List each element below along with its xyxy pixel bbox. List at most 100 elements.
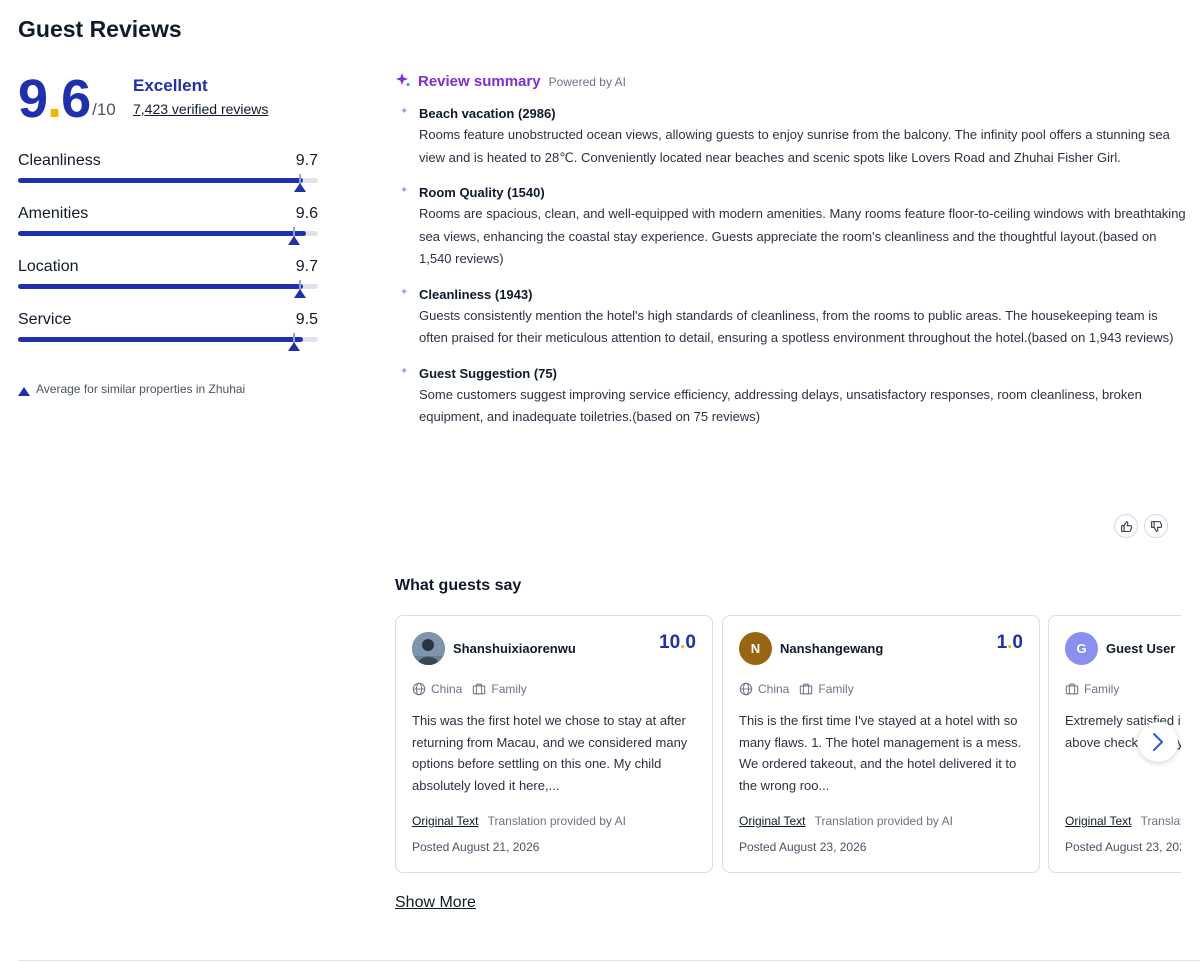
review-score: 1.0 [996,632,1023,653]
suitcase-icon [1065,683,1079,695]
subrating-bar-fill [18,178,303,183]
show-more-link[interactable]: Show More [395,894,476,912]
subrating-bar [18,284,318,289]
review-meta: Family [1065,682,1129,696]
sparkle-bullet-icon: ✦ [400,185,409,196]
subrating-bar [18,231,318,236]
carousel-next-button[interactable] [1138,722,1178,762]
summary-topic-text: Rooms are spacious, clean, and well-equi… [419,206,1186,266]
subrating-name: Cleanliness [18,152,101,169]
review-summary-header: Review summary Powered by AI [395,70,626,90]
suitcase-icon [800,683,813,695]
summary-topic-title: Guest Suggestion (75) [419,365,557,381]
original-text-link[interactable]: Original Text [1065,814,1131,828]
page-title: Guest Reviews [18,16,182,42]
subrating-bar [18,178,318,183]
summary-topic-title: Cleanliness (1943) [419,286,533,302]
subrating-bar-fill [18,284,303,289]
avatar: N [739,632,772,665]
trip-type: Family [1065,682,1119,696]
subrating-amenities: Amenities 9.6 [18,205,318,258]
subrating-name: Service [18,311,72,328]
overall-score: 9.6 /10 [18,70,116,126]
subrating-value: 9.5 [295,311,318,328]
subrating-name: Amenities [18,205,89,222]
subrating-cleanliness: Cleanliness 9.7 [18,152,318,205]
reviewer-name: Shanshuixiaorenwu [453,641,576,656]
summary-topic-text: Rooms feature unobstructed ocean views, … [419,127,1170,165]
original-text-link[interactable]: Original Text [412,814,478,828]
average-note: Average for similar properties in Zhuhai [18,382,245,396]
translation-note: Translation provided by AI [487,814,626,828]
subrating-value: 9.7 [295,258,318,275]
overall-rating-label: Excellent [133,76,208,95]
average-marker-icon [294,289,306,298]
subrating-value: 9.6 [295,205,318,222]
review-meta: China Family [412,682,537,696]
summary-topic-text: Guests consistently mention the hotel's … [419,307,1174,346]
thumbs-up-icon [1120,520,1132,532]
ai-sparkle-icon [396,73,411,87]
reviewer-country: China [739,682,789,696]
verified-reviews-link[interactable]: 7,423 verified reviews [133,101,268,117]
posted-date: Posted August 23, 2026 [739,840,867,854]
summary-topic: ✦ Guest Suggestion (75) Some customers s… [400,364,1190,429]
sparkle-bullet-icon: ✦ [400,286,409,298]
average-note-text: Average for similar properties in Zhuhai [36,382,246,396]
posted-date: Posted August 23, 2026 [1065,840,1181,854]
posted-date: Posted August 21, 2026 [412,840,540,854]
subrating-location: Location 9.7 [18,258,318,311]
chevron-right-icon [1153,733,1163,751]
review-card[interactable]: Shanshuixiaorenwu 10.0 China Family This… [395,615,713,873]
overall-score-max: /10 [92,100,116,119]
avatar-photo-icon [412,632,445,665]
globe-icon [739,682,753,696]
review-text: This is the first time I've stayed at a … [739,713,1022,793]
trip-type: Family [799,682,854,696]
original-text-link[interactable]: Original Text [739,814,805,828]
translation-info: Original Text Translation provided by AI [739,814,953,828]
subrating-service: Service 9.5 [18,311,318,364]
summary-topic: ✦ Cleanliness (1943) Guests consistently… [400,285,1190,350]
translation-note: Translation provided by AI [1140,814,1181,828]
review-card[interactable]: N Nanshangewang 1.0 China Family This is… [722,615,1040,873]
review-carousel: Shanshuixiaorenwu 10.0 China Family This… [395,615,1181,873]
subrating-bar-fill [18,337,303,342]
summary-topic-title: Room Quality (1540) [419,185,545,200]
powered-by-ai-label: Powered by AI [548,75,626,89]
section-divider [18,960,1200,961]
average-marker-icon [288,342,300,351]
translation-note: Translation provided by AI [814,814,953,828]
average-marker-icon [18,386,30,396]
subrating-name: Location [18,258,79,275]
reviewer-name: Nanshangewang [780,641,884,656]
summary-topic: ✦ Room Quality (1540) Rooms are spacious… [400,183,1190,271]
review-meta: China Family [739,682,864,696]
globe-icon [412,682,426,696]
subrating-bar-fill [18,231,306,236]
translation-info: Original Text Translation provided by AI [412,814,626,828]
summary-topic: ✦ Beach vacation (2986) Rooms feature un… [400,104,1190,169]
average-marker-icon [288,236,300,245]
translation-info: Original Text Translation provided by AI [1065,814,1181,828]
summary-topics: ✦ Beach vacation (2986) Rooms feature un… [400,104,1190,443]
thumbs-down-button[interactable] [1144,514,1168,538]
subrating-value: 9.7 [295,152,318,169]
summary-topic-text: Some customers suggest improving service… [419,386,1142,425]
reviewer-country: China [412,682,462,696]
average-marker-icon [294,183,306,192]
summary-feedback [1108,514,1168,538]
sparkle-bullet-icon: ✦ [400,106,409,117]
review-score: 10.0 [659,632,696,653]
avatar [412,632,445,665]
trip-type: Family [472,682,527,696]
overall-score-summary: Excellent 7,423 verified reviews [133,76,268,117]
sparkle-bullet-icon: ✦ [400,365,409,377]
subratings-list: Cleanliness 9.7 Amenities 9.6 Location 9… [18,152,318,364]
reviewer-name: Guest User [1106,641,1176,656]
overall-score-value: 9.6 [18,69,91,129]
thumbs-up-button[interactable] [1114,514,1138,538]
subrating-bar [18,337,318,342]
summary-topic-title: Beach vacation (2986) [419,106,556,121]
review-text: This was the first hotel we chose to sta… [412,713,688,793]
